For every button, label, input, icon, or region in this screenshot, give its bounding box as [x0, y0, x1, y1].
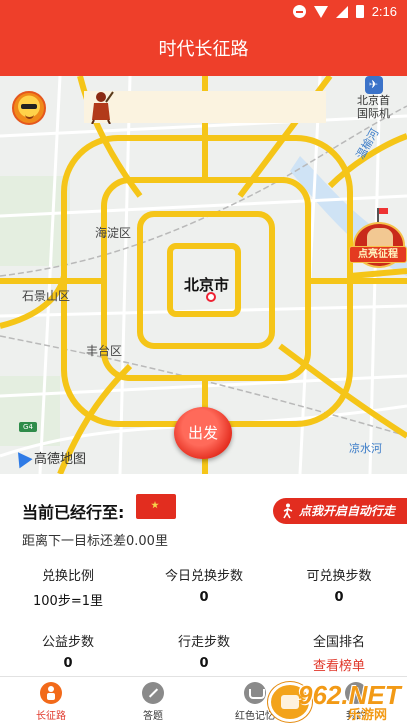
auto-walk-button[interactable]: 点我开启自动行走 [273, 498, 407, 524]
do-not-disturb-icon [292, 5, 306, 18]
district-label: 石景山区 [22, 289, 71, 303]
battery-icon [355, 5, 364, 18]
light-up-journey-badge[interactable]: 点亮征程 [349, 208, 407, 272]
walker-icon [283, 503, 293, 519]
stat-walking-steps: 行走步数 0 [177, 635, 230, 671]
river-label: 凉水河 [349, 442, 382, 455]
view-leaderboard-link[interactable]: 查看榜单 [271, 655, 407, 674]
location-flag-icon[interactable] [136, 494, 176, 519]
airport-icon: ✈ [364, 76, 383, 94]
district-label: 丰台区 [86, 344, 123, 358]
book-icon [244, 682, 266, 704]
sun-avatar-icon[interactable] [12, 91, 46, 125]
stat-exchange-ratio: 兑换比例 100步=1里 [33, 569, 103, 609]
district-label: 海淀区 [95, 226, 132, 240]
badge-ribbon-label: 点亮征程 [349, 246, 407, 263]
progress-panel: 当前已经行至: 点我开启自动行走 距离下一目标还差0.00里 兑换比例 100步… [0, 474, 407, 676]
map-provider-label: 高德地图 [34, 452, 87, 467]
airport-label: ✈ 北京首 国际机 [357, 76, 390, 120]
auto-walk-label: 点我开启自动行走 [299, 504, 396, 518]
soldier-icon [91, 91, 114, 124]
flag-icon [377, 208, 388, 222]
stat-charity-steps: 公益步数 0 [41, 635, 94, 671]
message-strip [84, 91, 326, 123]
map-view[interactable]: ✈ 北京首 国际机 温榆河 海淀区 石景山区 丰台区 北京市 凉水河 点亮征程 … [0, 76, 407, 474]
highway-badge: G4 [19, 422, 37, 432]
tab-quiz[interactable]: 答题 [102, 677, 204, 725]
map-provider: 高德地图 [11, 447, 87, 468]
pen-icon [142, 682, 164, 704]
status-time: 2:16 [371, 4, 397, 19]
status-bar: 2:16 [0, 0, 407, 24]
navigation-arrow-icon [11, 447, 33, 468]
page-title: 时代长征路 [0, 24, 407, 76]
distance-remaining: 距离下一目标还差0.00里 [22, 534, 168, 549]
city-label: 北京市 [184, 276, 230, 294]
stat-national-rank: 全国排名 查看榜单 [271, 631, 407, 674]
stat-exchangeable-steps: 可兑换步数 0 [306, 569, 372, 605]
stat-today-exchanged: 今日兑换步数 0 [164, 569, 243, 605]
running-person-icon [40, 682, 62, 704]
depart-button[interactable]: 出发 [174, 407, 232, 459]
site-watermark: 962.NET 乐游网 [268, 676, 407, 725]
wifi-icon [313, 5, 328, 18]
signal-icon [335, 5, 348, 18]
tab-long-march[interactable]: 长征路 [0, 677, 102, 725]
current-location-label: 当前已经行至: [22, 503, 125, 522]
